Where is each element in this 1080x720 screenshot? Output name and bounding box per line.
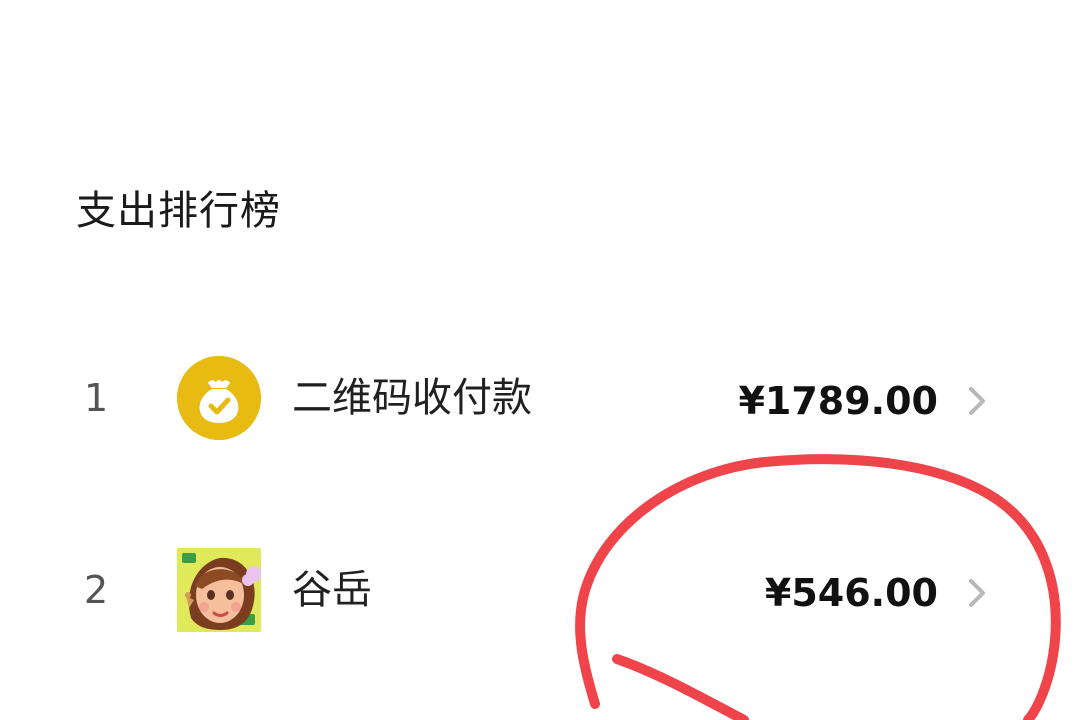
merchant-name: 谷岳 — [292, 567, 372, 613]
expense-amount: ¥546.00 — [764, 571, 938, 615]
ranking-row[interactable]: 1 二维码收付款 ¥1789.00 — [0, 344, 1080, 454]
expense-ranking-screen: 支出排行榜 1 二维码收付款 ¥1789.00 2 谷岳 ¥546.00 — [0, 0, 1080, 720]
chevron-right-icon[interactable] — [961, 385, 993, 417]
rank-number: 1 — [84, 376, 109, 420]
chevron-right-icon[interactable] — [961, 577, 993, 609]
cartoon-avatar — [177, 548, 261, 632]
merchant-name: 二维码收付款 — [292, 375, 532, 421]
ranking-row[interactable]: 2 谷岳 ¥546.00 — [0, 536, 1080, 646]
section-title: 支出排行榜 — [76, 188, 281, 234]
rank-number: 2 — [84, 568, 109, 612]
money-bag-check-icon — [177, 356, 261, 440]
expense-amount: ¥1789.00 — [738, 379, 938, 423]
